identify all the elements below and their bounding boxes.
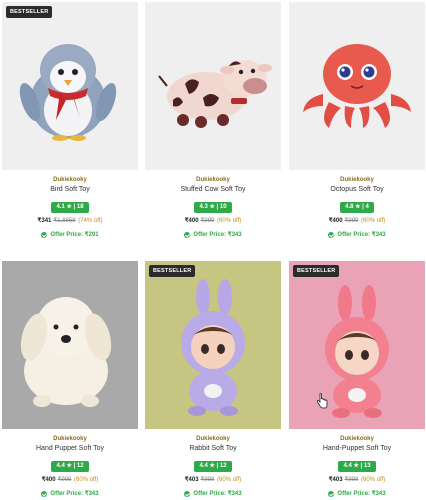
brand-name[interactable]: Dukiekooky: [289, 435, 425, 443]
product-title[interactable]: Octopus Soft Toy: [289, 185, 425, 195]
product-image[interactable]: [145, 2, 281, 170]
product-card[interactable]: Dukiekooky Stuffed Cow Soft Toy 4.3 ★ | …: [145, 2, 281, 243]
selling-price: ₹400: [328, 218, 343, 224]
selling-price: ₹403: [328, 477, 343, 483]
product-card[interactable]: BESTSELLER Dukiekooky Bird Soft Toy 4.1 …: [2, 2, 138, 243]
offer-price: Offer Price: ₹343: [328, 490, 386, 498]
brand-name[interactable]: Dukiekooky: [2, 435, 138, 443]
check-circle-icon: [184, 232, 191, 238]
octopus-toy-image: [303, 44, 411, 128]
selling-price: ₹403: [184, 477, 199, 483]
mrp-price: ₹999: [57, 477, 72, 483]
product-title[interactable]: Hand-Puppet Soft Toy: [289, 444, 425, 454]
mrp-price: ₹1,8858: [53, 218, 76, 224]
product-card[interactable]: Dukiekooky Hand Puppet Soft Toy 4.4 ★ | …: [2, 261, 138, 500]
check-circle-icon: [41, 232, 48, 238]
price-row: ₹341 ₹1,8858 (74% off): [2, 217, 138, 225]
product-title[interactable]: Bird Soft Toy: [2, 185, 138, 195]
price-row: ₹403 ₹999 (60% off): [145, 476, 281, 484]
rabbit-purple-toy-image: [181, 279, 245, 416]
product-card[interactable]: BESTSELLER Dukiekooky Hand-Puppet Soft T…: [289, 261, 425, 500]
product-image[interactable]: [289, 2, 425, 170]
product-image[interactable]: BESTSELLER: [145, 261, 281, 429]
brand-name[interactable]: Dukiekooky: [145, 176, 281, 184]
price-row: ₹400 ₹999 (60% off): [2, 476, 138, 484]
offer-price: Offer Price: ₹343: [184, 490, 242, 498]
brand-name[interactable]: Dukiekooky: [2, 176, 138, 184]
discount-percent: (60% off): [361, 477, 386, 483]
mrp-price: ₹999: [344, 218, 359, 224]
offer-price-text: Offer Price: ₹343: [337, 491, 386, 497]
price-row: ₹400 ₹999 (60% off): [145, 217, 281, 225]
check-circle-icon: [184, 491, 191, 497]
selling-price: ₹400: [184, 218, 199, 224]
offer-price: Offer Price: ₹343: [328, 231, 386, 239]
mrp-price: ₹999: [200, 477, 215, 483]
offer-price: Offer Price: ₹343: [184, 231, 242, 239]
product-grid: BESTSELLER Dukiekooky Bird Soft Toy 4.1 …: [0, 0, 426, 500]
rating-badge: 4.3 ★ | 10: [194, 202, 232, 213]
product-image[interactable]: BESTSELLER: [2, 2, 138, 170]
discount-percent: (60% off): [217, 477, 242, 483]
bestseller-badge: BESTSELLER: [149, 265, 196, 277]
discount-percent: (60% off): [217, 218, 242, 224]
product-card[interactable]: Dukiekooky Octopus Soft Toy 4.8 ★ | 4 ₹4…: [289, 2, 425, 243]
price-row: ₹403 ₹999 (60% off): [289, 476, 425, 484]
mrp-price: ₹999: [200, 218, 215, 224]
offer-price-text: Offer Price: ₹343: [337, 232, 386, 238]
rating-badge: 4.4 ★ | 12: [51, 461, 89, 472]
product-image[interactable]: [2, 261, 138, 429]
mrp-price: ₹999: [344, 477, 359, 483]
discount-percent: (60% off): [361, 218, 386, 224]
check-circle-icon: [41, 491, 48, 497]
bestseller-badge: BESTSELLER: [293, 265, 340, 277]
discount-percent: (74% off): [78, 218, 103, 224]
bestseller-badge: BESTSELLER: [6, 6, 53, 18]
product-image[interactable]: BESTSELLER: [289, 261, 425, 429]
selling-price: ₹400: [41, 477, 56, 483]
product-title[interactable]: Stuffed Cow Soft Toy: [145, 185, 281, 195]
rating-badge: 4.4 ★ | 12: [194, 461, 232, 472]
penguin-toy-image: [19, 44, 117, 141]
puppy-toy-image: [20, 297, 112, 407]
offer-price: Offer Price: ₹343: [41, 490, 99, 498]
product-title[interactable]: Hand Puppet Soft Toy: [2, 444, 138, 454]
cow-toy-image: [158, 60, 272, 128]
offer-price-text: Offer Price: ₹343: [50, 491, 99, 497]
offer-price-text: Offer Price: ₹343: [193, 491, 242, 497]
discount-percent: (60% off): [74, 477, 99, 483]
check-circle-icon: [328, 232, 335, 238]
check-circle-icon: [328, 491, 335, 497]
rating-badge: 4.1 ★ | 18: [51, 202, 89, 213]
rating-badge: 4.4 ★ | 13: [338, 461, 376, 472]
product-title[interactable]: Rabbit Soft Toy: [145, 444, 281, 454]
rating-badge: 4.8 ★ | 4: [340, 202, 374, 213]
selling-price: ₹341: [37, 218, 52, 224]
rabbit-pink-toy-image: [325, 285, 389, 418]
brand-name[interactable]: Dukiekooky: [289, 176, 425, 184]
hand-cursor-icon: [316, 393, 328, 409]
brand-name[interactable]: Dukiekooky: [145, 435, 281, 443]
offer-price: Offer Price: ₹291: [41, 231, 99, 239]
offer-price-text: Offer Price: ₹343: [193, 232, 242, 238]
price-row: ₹400 ₹999 (60% off): [289, 217, 425, 225]
product-card[interactable]: BESTSELLER Dukiekooky Rabbit Soft Toy 4.…: [145, 261, 281, 500]
offer-price-text: Offer Price: ₹291: [50, 232, 99, 238]
